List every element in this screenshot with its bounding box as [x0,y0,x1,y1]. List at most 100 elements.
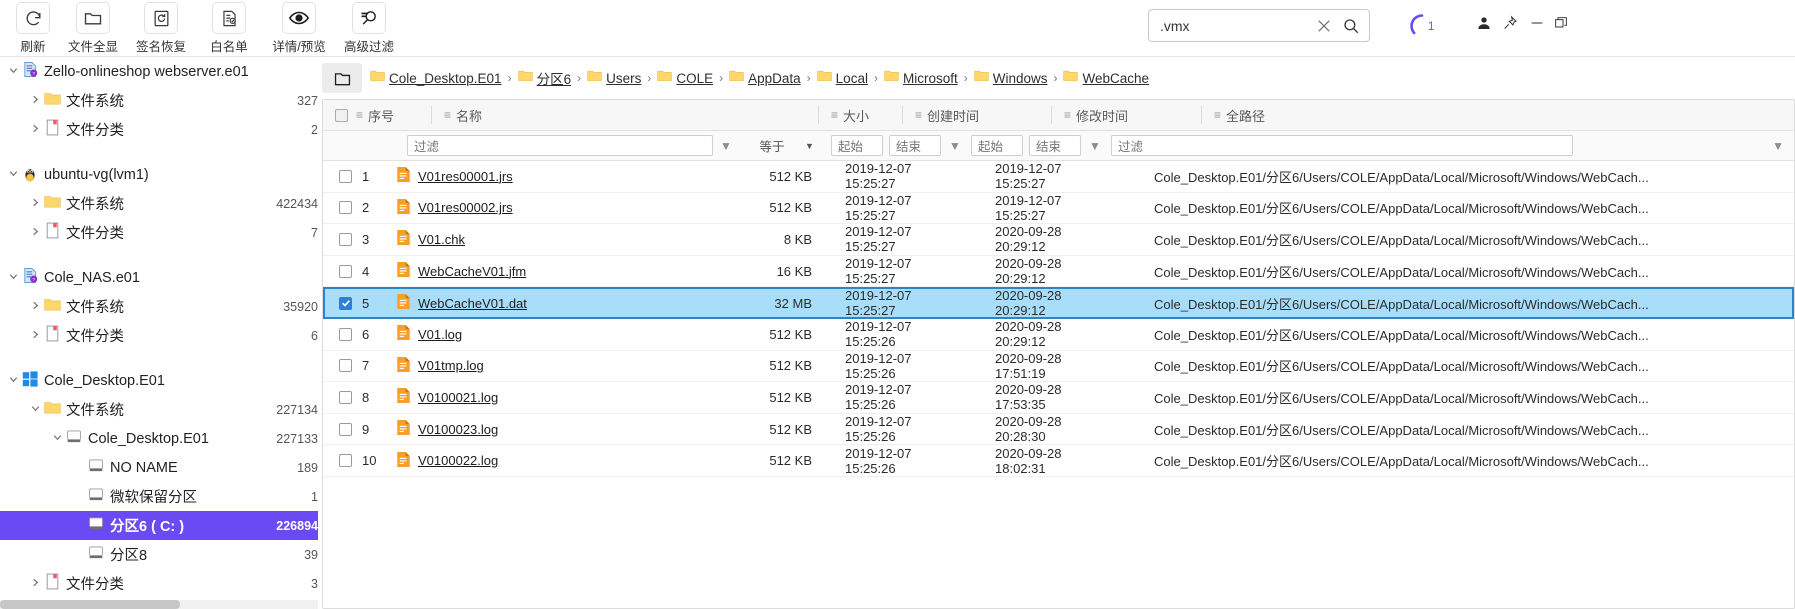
tree-node-14[interactable]: Cole_Desktop.E01 227133 [0,424,318,453]
tree-node-6[interactable]: 文件分类 7 [0,218,318,247]
breadcrumb-item-8[interactable]: WebCache [1063,69,1149,87]
toolbar-refresh-button[interactable]: 刷新 [10,2,56,55]
funnel-icon[interactable]: ▼ [1573,139,1794,153]
chevron-down-icon[interactable] [6,168,20,182]
tree-node-0[interactable]: ? Zello-onlineshop webserver.e01 [0,57,318,86]
row-name-cell[interactable]: V01res00002.jrs [396,198,716,218]
row-name-cell[interactable]: V0100022.log [396,451,716,471]
row-file-name[interactable]: V01res00002.jrs [418,200,513,215]
chevron-right-icon[interactable] [28,577,42,591]
tree-node-19[interactable]: 文件分类 3 [0,569,318,598]
chevron-right-icon[interactable] [28,123,42,137]
table-row[interactable]: 9 V0100023.log 512 KB 2019-12-07 15:25:26 20… [323,414,1794,446]
breadcrumb-item-5[interactable]: Local [816,69,868,87]
folder-home-icon[interactable] [322,63,362,93]
table-row[interactable]: 3 V01.chk 8 KB 2019-12-07 15:25:27 2020-09-2… [323,224,1794,256]
tree-node-10[interactable]: 文件分类 6 [0,321,318,350]
row-file-name[interactable]: WebCacheV01.jfm [418,264,526,279]
row-checkbox[interactable] [339,359,352,373]
filter-modified-end[interactable]: 结束 [1029,135,1081,156]
table-row[interactable]: 4 WebCacheV01.jfm 16 KB 2019-12-07 15:25:27… [323,256,1794,288]
scrollbar-thumb[interactable] [0,600,180,609]
breadcrumb-item-1[interactable]: 分区6 [517,68,571,88]
column-menu-icon[interactable]: ≡ [356,108,363,122]
row-name-cell[interactable]: WebCacheV01.jfm [396,261,716,281]
chevron-right-icon[interactable] [28,300,42,314]
chevron-down-icon[interactable] [6,374,20,388]
tree-node-15[interactable]: NO NAME 189 [0,453,318,482]
tree-node-5[interactable]: 文件系统 422434 [0,189,318,218]
tree-node-8[interactable]: ? Cole_NAS.e01 [0,263,318,292]
toolbar-detail-preview-button[interactable]: 详情/预览 [266,2,332,55]
row-file-name[interactable]: V01res00001.jrs [418,169,513,184]
table-row[interactable]: 8 V0100021.log 512 KB 2019-12-07 15:25:26 20… [323,382,1794,414]
tree-node-12[interactable]: Cole_Desktop.E01 [0,366,318,395]
maximize-icon[interactable] [1553,15,1569,36]
table-row[interactable]: 2 V01res00002.jrs 512 KB 2019-12-07 15:25:2… [323,193,1794,225]
tree-node-4[interactable]: ubuntu-vg(lvm1) [0,160,318,189]
search-icon[interactable] [1342,17,1360,40]
row-checkbox[interactable] [339,390,352,404]
chevron-down-icon[interactable] [6,271,20,285]
search-box[interactable] [1148,9,1370,42]
tree-node-17[interactable]: 分区6 ( C: ) 226894 [0,511,318,540]
column-menu-icon[interactable]: ≡ [444,108,451,122]
chevron-right-icon[interactable] [28,197,42,211]
filter-fullpath-input[interactable]: 过滤 [1111,135,1573,156]
filter-name-input[interactable]: 过滤 [407,135,713,156]
tree-node-13[interactable]: 文件系统 227134 [0,395,318,424]
row-file-name[interactable]: V0100023.log [418,422,498,437]
toolbar-advanced-filter-button[interactable]: 高级过滤 [338,2,400,55]
row-name-cell[interactable]: V0100021.log [396,387,716,407]
funnel-icon[interactable]: ▼ [713,139,739,153]
row-checkbox[interactable] [339,454,352,468]
column-menu-icon[interactable]: ≡ [1064,108,1071,122]
column-header-created[interactable]: ≡ 创建时间 [903,100,1052,131]
table-row[interactable]: 6 V01.log 512 KB 2019-12-07 15:25:26 2020-09… [323,319,1794,351]
funnel-icon[interactable]: ▼ [1081,139,1109,153]
breadcrumb-item-3[interactable]: COLE [657,69,713,87]
table-row[interactable]: 7 V01tmp.log 512 KB 2019-12-07 15:25:26 2020… [323,351,1794,383]
breadcrumb-item-2[interactable]: Users [587,69,641,87]
tree-node-18[interactable]: 分区8 39 [0,540,318,569]
column-header-size[interactable]: ≡ 大小 [819,100,903,131]
chevron-down-icon[interactable]: ▼ [805,141,825,151]
column-header-index[interactable]: ≡ 序号 [356,100,432,131]
row-name-cell[interactable]: V0100023.log [396,419,716,439]
breadcrumb-item-6[interactable]: Microsoft [884,69,958,87]
column-header-name[interactable]: ≡ 名称 [432,100,819,131]
row-file-name[interactable]: V01.chk [418,232,465,247]
row-checkbox[interactable] [339,296,352,310]
row-file-name[interactable]: WebCacheV01.dat [418,296,527,311]
breadcrumb-item-0[interactable]: Cole_Desktop.E01 [370,69,502,87]
column-menu-icon[interactable]: ≡ [915,108,922,122]
funnel-icon[interactable]: ▼ [941,139,969,153]
chevron-down-icon[interactable] [6,65,20,79]
search-input[interactable] [1160,10,1320,41]
row-name-cell[interactable]: V01.chk [396,229,716,249]
row-name-cell[interactable]: V01.log [396,324,716,344]
row-checkbox[interactable] [339,232,352,246]
select-all-checkbox[interactable] [335,108,348,122]
breadcrumb-item-7[interactable]: Windows [974,69,1047,87]
filter-created-end[interactable]: 结束 [889,135,941,156]
row-name-cell[interactable]: V01tmp.log [396,356,716,376]
row-file-name[interactable]: V0100021.log [418,390,498,405]
chevron-right-icon[interactable] [28,329,42,343]
toolbar-whitelist-button[interactable]: 白名单 [198,2,260,55]
pin-icon[interactable] [1502,15,1518,36]
minimize-icon[interactable] [1529,15,1545,36]
row-checkbox[interactable] [339,422,352,436]
breadcrumb-item-4[interactable]: AppData [729,69,801,87]
row-checkbox[interactable] [339,169,352,183]
row-file-name[interactable]: V01.log [418,327,462,342]
row-checkbox[interactable] [339,327,352,341]
row-file-name[interactable]: V0100022.log [418,453,498,468]
column-menu-icon[interactable]: ≡ [1214,108,1221,122]
chevron-down-icon[interactable] [50,432,64,446]
tree-node-2[interactable]: 文件分类 2 [0,115,318,144]
column-header-fullpath[interactable]: ≡ 全路径 [1202,100,1265,131]
evidence-tree-sidebar[interactable]: ? Zello-onlineshop webserver.e01 文件系统 327 文件… [0,57,318,609]
chevron-right-icon[interactable] [28,226,42,240]
row-name-cell[interactable]: V01res00001.jrs [396,166,716,186]
